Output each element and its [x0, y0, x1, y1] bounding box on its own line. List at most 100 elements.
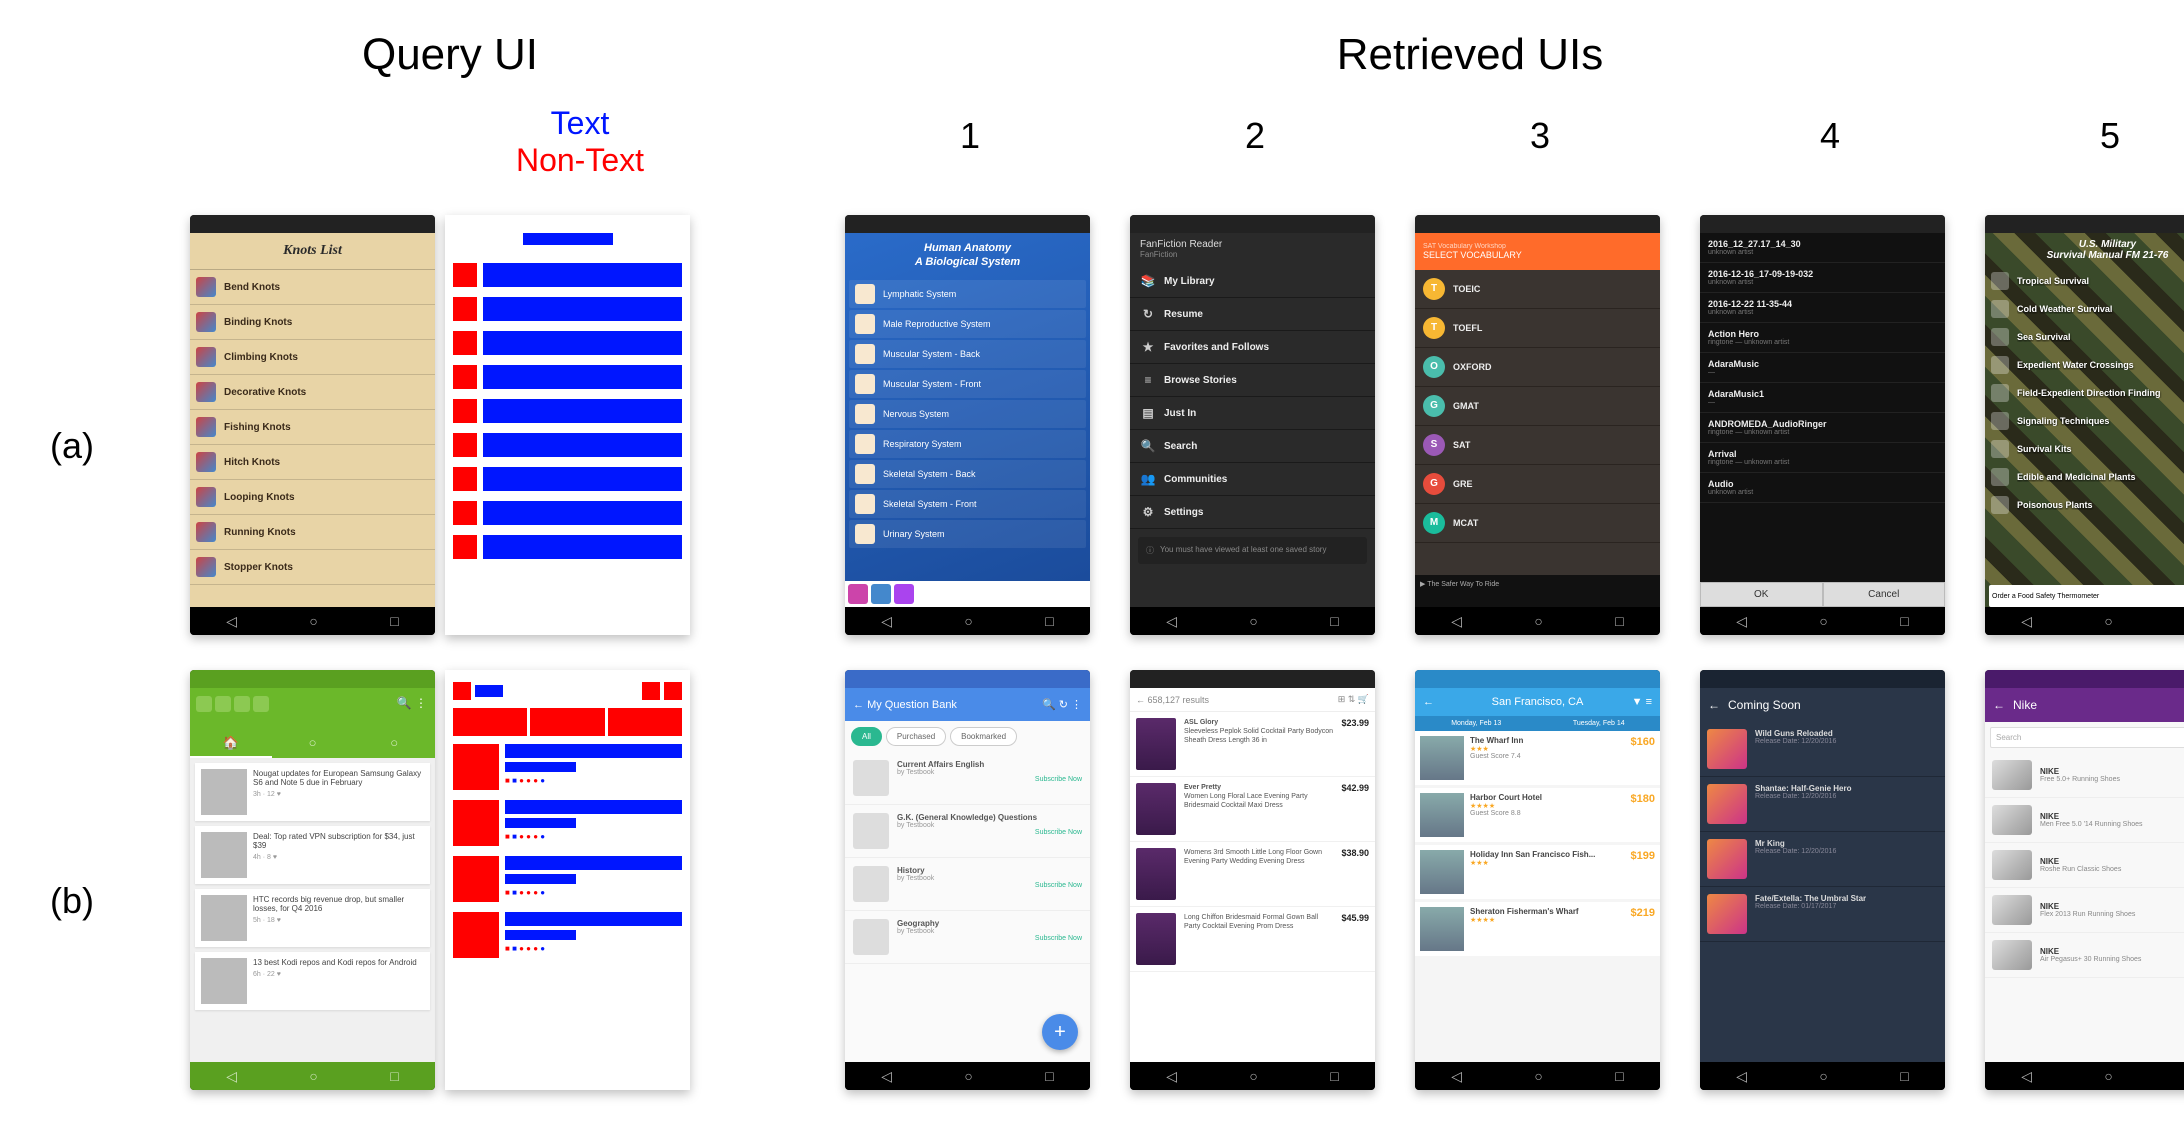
shoe-item[interactable]: NIKEAir Pegasus+ 30 Running Shoes: [1985, 933, 2184, 978]
ad-banner[interactable]: ▶ The Safer Way To Ride: [1415, 575, 1660, 607]
file-item[interactable]: AdaraMusic1—: [1700, 383, 1945, 413]
list-item[interactable]: Bend Knots: [190, 270, 435, 305]
game-item[interactable]: Shantae: Half-Genie HeroRelease Date: 12…: [1700, 777, 1945, 832]
chapter-item[interactable]: Expedient Water Crossings: [1985, 351, 2184, 379]
ad-banner[interactable]: Order a Food Safety Thermometer5: [1989, 585, 2184, 607]
file-item[interactable]: ANDROMEDA_AudioRingerringtone — unknown …: [1700, 413, 1945, 443]
vocab-item[interactable]: SSAT: [1415, 426, 1660, 465]
question-item[interactable]: Historyby TestbookSubscribe Now: [845, 858, 1090, 911]
menu-item[interactable]: 📚My Library: [1130, 265, 1375, 298]
tab-home-icon[interactable]: 🏠: [190, 730, 272, 758]
navbar[interactable]: ◁○□: [1130, 1062, 1375, 1090]
chapter-item[interactable]: Tropical Survival: [1985, 267, 2184, 295]
menu-item[interactable]: ≡Browse Stories: [1130, 364, 1375, 397]
fab-add[interactable]: +: [1042, 1014, 1078, 1050]
list-item[interactable]: Running Knots: [190, 515, 435, 550]
file-item[interactable]: 2016_12_27.17_14_30unknown artist: [1700, 233, 1945, 263]
chapter-item[interactable]: Sea Survival: [1985, 323, 2184, 351]
navbar[interactable]: ◁○□: [1985, 1062, 2184, 1090]
navbar[interactable]: ◁○□: [845, 1062, 1090, 1090]
question-item[interactable]: Current Affairs Englishby TestbookSubscr…: [845, 752, 1090, 805]
ad-banner[interactable]: [845, 581, 1090, 607]
tab-3[interactable]: ○: [353, 730, 435, 758]
chapter-item[interactable]: Survival Kits: [1985, 435, 2184, 463]
vocab-item[interactable]: OOXFORD: [1415, 348, 1660, 387]
news-card[interactable]: 13 best Kodi repos and Kodi repos for An…: [195, 952, 430, 1010]
location-bar[interactable]: ← San Francisco, CA ▼ ≡: [1415, 688, 1660, 716]
chapter-item[interactable]: Poisonous Plants: [1985, 491, 2184, 519]
list-item[interactable]: Decorative Knots: [190, 375, 435, 410]
menu-item[interactable]: 👥Communities: [1130, 463, 1375, 496]
chapter-item[interactable]: Cold Weather Survival: [1985, 295, 2184, 323]
tab-all[interactable]: All: [851, 727, 882, 746]
tab-bookmarked[interactable]: Bookmarked: [950, 727, 1017, 746]
hotel-item[interactable]: Harbor Court Hotel★★★★Guest Score 8.8$18…: [1415, 788, 1660, 842]
navbar[interactable]: ◁○□: [1985, 607, 2184, 635]
navbar[interactable]: ◁○□: [1700, 1062, 1945, 1090]
menu-item[interactable]: ▤Just In: [1130, 397, 1375, 430]
tabs[interactable]: 🏠 ○ ○: [190, 730, 435, 758]
shoe-item[interactable]: NIKEMen Free 5.0 '14 Running Shoes: [1985, 798, 2184, 843]
tab-purchased[interactable]: Purchased: [886, 727, 946, 746]
list-item[interactable]: Binding Knots: [190, 305, 435, 340]
file-item[interactable]: 2016-12-16_17-09-19-032unknown artist: [1700, 263, 1945, 293]
menu-item[interactable]: ⚙Settings: [1130, 496, 1375, 529]
list-item[interactable]: Skeletal System - Front: [849, 490, 1086, 518]
list-item[interactable]: Nervous System: [849, 400, 1086, 428]
hotel-item[interactable]: The Wharf Inn★★★Guest Score 7.4$160: [1415, 731, 1660, 785]
news-card[interactable]: HTC records big revenue drop, but smalle…: [195, 889, 430, 947]
vocab-item[interactable]: TTOEIC: [1415, 270, 1660, 309]
navbar[interactable]: ◁○□: [190, 607, 435, 635]
list-item[interactable]: Climbing Knots: [190, 340, 435, 375]
appbar-actions[interactable]: 🔍 ↻ ⋮: [1042, 698, 1082, 711]
product-item[interactable]: Womens 3rd Smooth Little Long Floor Gown…: [1130, 842, 1375, 907]
back-icon[interactable]: ←: [1423, 696, 1434, 708]
news-card[interactable]: Deal: Top rated VPN subscription for $34…: [195, 826, 430, 884]
file-item[interactable]: Arrivalringtone — unknown artist: [1700, 443, 1945, 473]
chapter-item[interactable]: Signaling Techniques: [1985, 407, 2184, 435]
shoe-item[interactable]: NIKEFree 5.0+ Running Shoes: [1985, 753, 2184, 798]
search-icon[interactable]: 🔍 ⋮: [397, 696, 427, 710]
cancel-button[interactable]: Cancel: [1823, 582, 1946, 607]
list-item[interactable]: Hitch Knots: [190, 445, 435, 480]
file-item[interactable]: 2016-12-22 11-35-44unknown artist: [1700, 293, 1945, 323]
game-item[interactable]: Fate/Extella: The Umbral StarRelease Dat…: [1700, 887, 1945, 942]
product-item[interactable]: Ever PrettyWomen Long Floral Lace Evenin…: [1130, 777, 1375, 842]
list-item[interactable]: Male Reproductive System: [849, 310, 1086, 338]
hotel-item[interactable]: Holiday Inn San Francisco Fish...★★★$199: [1415, 845, 1660, 899]
ok-button[interactable]: OK: [1700, 582, 1823, 607]
game-item[interactable]: Wild Guns ReloadedRelease Date: 12/20/20…: [1700, 722, 1945, 777]
tab-2[interactable]: ○: [272, 730, 354, 758]
question-item[interactable]: Geographyby TestbookSubscribe Now: [845, 911, 1090, 964]
navbar[interactable]: ◁○□: [1130, 607, 1375, 635]
list-item[interactable]: Stopper Knots: [190, 550, 435, 585]
file-item[interactable]: Action Heroringtone — unknown artist: [1700, 323, 1945, 353]
vocab-item[interactable]: MMCAT: [1415, 504, 1660, 543]
list-item[interactable]: Fishing Knots: [190, 410, 435, 445]
menu-item[interactable]: 🔍Search: [1130, 430, 1375, 463]
back-icon[interactable]: ←: [1708, 698, 1720, 712]
question-item[interactable]: G.K. (General Knowledge) Questionsby Tes…: [845, 805, 1090, 858]
product-item[interactable]: Long Chiffon Bridesmaid Formal Gown Ball…: [1130, 907, 1375, 972]
product-item[interactable]: ASL GlorySleeveless Peplok Solid Cocktai…: [1130, 712, 1375, 777]
list-item[interactable]: Urinary System: [849, 520, 1086, 548]
back-icon[interactable]: ←: [1993, 698, 2005, 712]
file-item[interactable]: AdaraMusic—: [1700, 353, 1945, 383]
pill-tabs[interactable]: All Purchased Bookmarked: [845, 721, 1090, 752]
toolbar-icons[interactable]: ⊞ ⇅ 🛒: [1338, 694, 1369, 705]
navbar[interactable]: ◁○□: [190, 1062, 435, 1090]
news-card[interactable]: Nougat updates for European Samsung Gala…: [195, 763, 430, 821]
game-item[interactable]: Mr KingRelease Date: 12/20/2016: [1700, 832, 1945, 887]
chapter-item[interactable]: Edible and Medicinal Plants: [1985, 463, 2184, 491]
list-item[interactable]: Skeletal System - Back: [849, 460, 1086, 488]
hotel-item[interactable]: Sheraton Fisherman's Wharf★★★★$219: [1415, 902, 1660, 956]
file-item[interactable]: Audiounknown artist: [1700, 473, 1945, 503]
vocab-item[interactable]: GGMAT: [1415, 387, 1660, 426]
list-item[interactable]: Looping Knots: [190, 480, 435, 515]
vocab-item[interactable]: TTOEFL: [1415, 309, 1660, 348]
chapter-item[interactable]: Field-Expedient Direction Finding: [1985, 379, 2184, 407]
shoe-item[interactable]: NIKEFlex 2013 Run Running Shoes: [1985, 888, 2184, 933]
filter-icon[interactable]: ▼ ≡: [1632, 696, 1652, 708]
shoe-item[interactable]: NIKERoshe Run Classic Shoes: [1985, 843, 2184, 888]
menu-item[interactable]: ↻Resume: [1130, 298, 1375, 331]
